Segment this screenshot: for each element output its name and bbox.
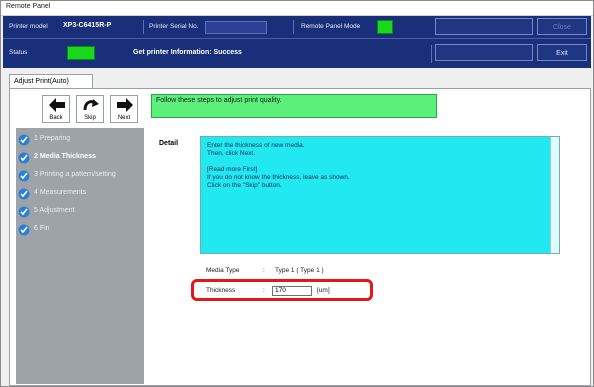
step-item: 1 Preparing	[16, 133, 144, 147]
detail-line: [Read more First]	[207, 166, 258, 173]
steps-sidebar: 1 Preparing 2 Media Thickness 3 Printing…	[16, 128, 144, 384]
status-text: Get printer Information: Success	[133, 49, 242, 56]
step-item: 6 Fin	[16, 223, 144, 237]
arrow-left-icon	[49, 98, 65, 112]
exit-button[interactable]: Exit	[537, 44, 587, 61]
step-item-active: 2 Media Thickness	[16, 151, 144, 165]
media-type-value: Type 1 ( Type 1 )	[275, 267, 324, 274]
status-indicator	[67, 46, 95, 60]
check-icon	[18, 206, 30, 218]
detail-label: Detail	[159, 140, 179, 147]
thickness-highlight	[191, 279, 373, 301]
skip-arrow-icon	[83, 99, 99, 111]
step-label: 3 Printing a pattern/setting	[34, 171, 116, 178]
detail-line: Then, click Next.	[207, 150, 256, 157]
window-title: Remote Panel	[6, 3, 51, 10]
detail-line: Enter the thickness of new media.	[207, 142, 305, 149]
remote-panel-mode-label: Remote Panel Mode	[301, 23, 361, 30]
header-row-status: Status Get printer Information: Success …	[3, 39, 591, 68]
next-button[interactable]: Next	[110, 95, 138, 123]
back-button[interactable]: Back	[42, 95, 70, 123]
detail-line: Click on the "Skip" button.	[207, 182, 282, 189]
header-divider	[431, 45, 432, 63]
close-button[interactable]: Close	[537, 18, 587, 35]
remote-panel-window: Remote Panel Printer model XP3-C6415R-P …	[0, 0, 594, 387]
step-item: 3 Printing a pattern/setting	[16, 169, 144, 183]
printer-serial-field	[205, 21, 267, 34]
media-type-separator: :	[263, 267, 265, 274]
printer-serial-label: Printer Serial No.	[149, 23, 199, 30]
header-button-1[interactable]	[435, 18, 533, 35]
check-icon	[18, 152, 30, 164]
status-label: Status	[9, 49, 28, 56]
title-bar: Remote Panel	[1, 1, 593, 16]
tab-adjust-print-auto[interactable]: Adjust Print(Auto)	[9, 74, 93, 88]
header-row-printer: Printer model XP3-C6415R-P Printer Seria…	[3, 16, 591, 39]
detail-line: If you do not know the thickness, leave …	[207, 174, 350, 181]
step-item: 5 Adjustment	[16, 205, 144, 219]
check-icon	[18, 224, 30, 236]
header-divider	[143, 20, 144, 34]
step-label: 1 Preparing	[34, 135, 71, 142]
instruction-banner: Follow these steps to adjust print quali…	[151, 94, 437, 118]
arrow-right-icon	[117, 98, 133, 112]
printer-model-value: XP3-C6415R-P	[63, 22, 112, 29]
back-label: Back	[49, 115, 63, 121]
check-icon	[18, 170, 30, 182]
check-icon	[18, 134, 30, 146]
detail-scrollbar[interactable]	[550, 137, 559, 253]
skip-button[interactable]: Skip	[76, 95, 104, 123]
step-label: 5 Adjustment	[34, 207, 75, 214]
printer-info-header: Printer model XP3-C6415R-P Printer Seria…	[3, 16, 591, 68]
media-type-label: Media Type	[206, 267, 240, 274]
remote-mode-indicator	[377, 20, 393, 34]
step-item: 4 Measurements	[16, 187, 144, 201]
step-label: 4 Measurements	[34, 189, 87, 196]
printer-model-label: Printer model	[9, 23, 48, 30]
header-divider	[293, 20, 294, 34]
skip-label: Skip	[84, 115, 96, 121]
header-button-2[interactable]	[435, 44, 533, 61]
check-icon	[18, 188, 30, 200]
detail-textbox[interactable]: Enter the thickness of new media. Then, …	[200, 136, 560, 254]
step-label: 2 Media Thickness	[34, 153, 96, 160]
step-label: 6 Fin	[34, 225, 50, 232]
next-label: Next	[117, 115, 131, 121]
